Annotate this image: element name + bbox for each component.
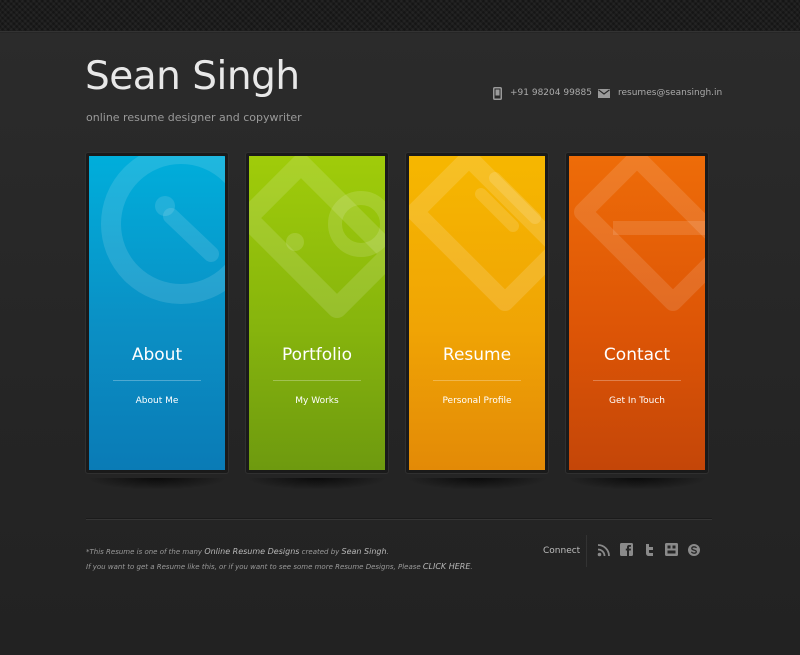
panel-frame-about: About About Me — [86, 153, 228, 473]
facebook-icon[interactable] — [620, 543, 634, 557]
panel-shadow — [406, 478, 548, 490]
panel-title: Contact — [603, 345, 671, 365]
panel-divider — [273, 380, 361, 381]
panel-title: About — [131, 345, 183, 365]
panel-frame-resume: Resume Personal Profile — [406, 153, 548, 473]
footer-credit-line: *This Resume is one of the many Online R… — [86, 547, 389, 556]
phone-number: +91 98204 99885 — [510, 88, 592, 98]
connect-separator — [586, 535, 587, 567]
click-here-link[interactable]: CLICK HERE — [423, 562, 470, 571]
panel-title: Resume — [442, 345, 512, 365]
panel-about[interactable]: About About Me — [89, 156, 225, 470]
mail-icon — [598, 88, 610, 98]
top-texture-bar — [0, 0, 800, 32]
phone-contact: +91 98204 99885 — [493, 86, 592, 100]
panel-shadow — [566, 478, 708, 490]
panel-subtitle: Personal Profile — [442, 396, 512, 406]
panel-resume[interactable]: Resume Personal Profile — [409, 156, 545, 470]
tagline: online resume designer and copywriter — [86, 111, 302, 124]
footer-divider — [86, 518, 712, 520]
site-title: Sean Singh — [85, 54, 300, 99]
panel-frame-contact: Contact Get In Touch — [566, 153, 708, 473]
twitter-icon[interactable] — [643, 543, 657, 557]
document-icon — [409, 156, 545, 311]
panel-subtitle: Get In Touch — [609, 396, 665, 406]
panel-divider — [593, 380, 681, 381]
phone-icon — [493, 86, 502, 100]
author-name: Sean Singh — [341, 547, 387, 556]
skype-icon[interactable] — [687, 543, 701, 557]
footer-cta-line: If you want to get a Resume like this, o… — [86, 562, 473, 571]
panel-frame-portfolio: Portfolio My Works — [246, 153, 388, 473]
clock-icon — [101, 156, 225, 304]
email-contact[interactable]: resumes@seansingh.in — [598, 86, 722, 100]
panel-divider — [433, 380, 521, 381]
rss-icon[interactable] — [597, 543, 611, 557]
panel-portfolio[interactable]: Portfolio My Works — [249, 156, 385, 470]
envelope-icon — [574, 156, 705, 311]
online-resume-designs-text: Online Resume Designs — [204, 547, 300, 556]
connect-label: Connect — [543, 546, 581, 556]
panel-title: Portfolio — [282, 345, 352, 365]
panel-contact[interactable]: Contact Get In Touch — [569, 156, 705, 470]
panel-shadow — [86, 478, 228, 490]
tag-icon — [249, 156, 385, 318]
panel-subtitle: About Me — [135, 396, 179, 406]
google-plus-icon[interactable] — [665, 543, 679, 557]
panel-divider — [113, 380, 201, 381]
panel-subtitle: My Works — [295, 396, 339, 406]
panel-shadow — [246, 478, 388, 490]
email-address[interactable]: resumes@seansingh.in — [618, 88, 722, 98]
